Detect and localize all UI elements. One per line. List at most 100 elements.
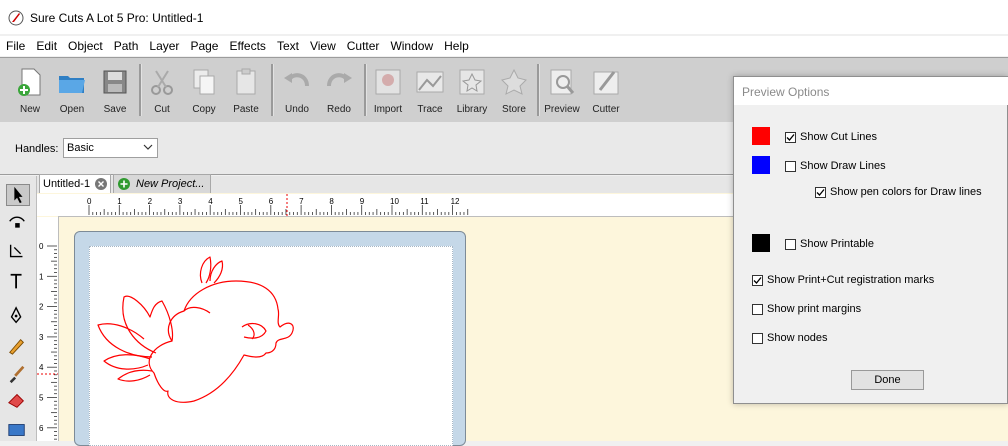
rectangle-tool[interactable] — [6, 420, 30, 442]
ruler-label: 1 — [117, 197, 122, 206]
paste-button[interactable]: Paste — [225, 62, 267, 118]
open-folder-icon — [59, 76, 85, 93]
ruler-label: 5 — [39, 394, 44, 403]
dialog-title: Preview Options — [734, 77, 1008, 105]
menu-file[interactable]: File — [0, 36, 30, 56]
tab-untitled-1[interactable]: Untitled-1 — [39, 174, 111, 193]
ruler-label: 2 — [148, 197, 153, 206]
tab-new-project[interactable]: New Project... — [113, 174, 211, 193]
save-disk-icon — [103, 70, 127, 94]
show-nodes-checkbox[interactable] — [752, 333, 763, 344]
ruler-label: 4 — [39, 363, 44, 372]
copy-icon — [193, 69, 215, 95]
menu-layer[interactable]: Layer — [143, 36, 184, 56]
menu-effects[interactable]: Effects — [223, 36, 270, 56]
ruler-label: 11 — [420, 197, 429, 206]
select-tool[interactable] — [6, 184, 30, 206]
eraser-icon — [8, 393, 25, 408]
library-button[interactable]: Library — [451, 62, 493, 118]
preview-button[interactable]: Preview — [541, 62, 583, 118]
undo-icon — [284, 73, 309, 87]
new-file-icon — [18, 68, 41, 96]
trace-icon — [416, 71, 444, 93]
show-pen-colors-checkbox[interactable] — [815, 187, 826, 198]
menu-page[interactable]: Page — [184, 36, 223, 56]
preview-icon — [550, 69, 575, 95]
ruler-label: 4 — [208, 197, 213, 206]
chevron-down-icon — [143, 144, 153, 150]
title-bar: Sure Cuts A Lot 5 Pro: Untitled-1 — [0, 0, 1008, 34]
open-button[interactable]: Open — [51, 62, 93, 118]
handles-label: Handles: — [15, 143, 59, 155]
ruler-label: 6 — [269, 197, 274, 206]
menu-cutter[interactable]: Cutter — [341, 36, 385, 56]
add-project-icon — [118, 178, 130, 190]
ruler-label: 7 — [299, 197, 304, 206]
eraser-tool[interactable] — [6, 390, 30, 412]
bird-cut-shape[interactable] — [94, 253, 299, 413]
library-icon — [459, 69, 485, 95]
ruler-label: 0 — [39, 242, 44, 251]
pencil-tool[interactable] — [6, 336, 30, 358]
ruler-corner — [37, 194, 58, 216]
new-button[interactable]: New — [9, 62, 51, 118]
done-button[interactable]: Done — [851, 370, 924, 390]
copy-button[interactable]: Copy — [183, 62, 225, 118]
trace-button[interactable]: Trace — [409, 62, 451, 118]
ruler-label: 6 — [39, 424, 44, 433]
show-print-margins-checkbox[interactable] — [752, 304, 763, 315]
show-cut-lines-checkbox[interactable] — [785, 132, 796, 143]
menu-window[interactable]: Window — [384, 36, 438, 56]
show-printable-checkbox[interactable] — [785, 239, 796, 250]
vertical-ruler: 0 1 2 3 4 5 6 — [37, 217, 59, 444]
menu-object[interactable]: Object — [62, 36, 108, 56]
pen-tool-icon — [10, 306, 22, 324]
store-button[interactable]: Store — [493, 62, 535, 118]
ruler-label: 2 — [39, 303, 44, 312]
crop-tool[interactable] — [6, 242, 30, 264]
menu-text[interactable]: Text — [271, 36, 304, 56]
undo-button[interactable]: Undo — [276, 62, 318, 118]
ruler-label: 3 — [39, 333, 44, 342]
toolbar-separator — [271, 64, 274, 116]
save-button[interactable]: Save — [94, 62, 136, 118]
menu-bar: File Edit Object Path Layer Page Effects… — [0, 36, 1008, 56]
show-registration-marks-checkbox[interactable] — [752, 275, 763, 286]
printable-swatch — [752, 234, 770, 252]
import-icon — [375, 69, 401, 95]
redo-icon — [327, 73, 352, 87]
draw-lines-swatch — [752, 156, 770, 174]
menu-help[interactable]: Help — [438, 36, 474, 56]
text-tool[interactable] — [6, 272, 30, 294]
cut-lines-swatch — [752, 127, 770, 145]
ruler-label: 3 — [178, 197, 183, 206]
rectangle-icon — [8, 424, 25, 436]
pen-tool[interactable] — [6, 306, 30, 328]
scal-app-icon — [8, 10, 24, 26]
ruler-label: 1 — [39, 272, 44, 281]
handles-select[interactable]: Basic — [63, 138, 158, 158]
toolbar-separator — [537, 64, 540, 116]
cut-button[interactable]: Cut — [141, 62, 183, 118]
vertical-ruler-ticks: 0 1 2 3 4 5 6 — [37, 242, 58, 444]
ruler-label: 8 — [329, 197, 334, 206]
redo-button[interactable]: Redo — [318, 62, 360, 118]
crop-icon — [9, 244, 23, 258]
menu-view[interactable]: View — [304, 36, 341, 56]
node-edit-icon — [9, 216, 25, 228]
menu-edit[interactable]: Edit — [30, 36, 62, 56]
preview-options-dialog: Preview Options Show Cut Lines Show Draw… — [733, 76, 1008, 404]
select-arrow-icon — [14, 186, 23, 204]
ruler-label: 10 — [390, 197, 399, 206]
show-draw-lines-checkbox[interactable] — [785, 161, 796, 172]
brush-tool[interactable] — [6, 364, 30, 386]
menu-path[interactable]: Path — [108, 36, 144, 56]
tools-panel — [0, 176, 37, 441]
node-edit-tool[interactable] — [6, 214, 30, 236]
import-button[interactable]: Import — [367, 62, 409, 118]
ruler-label: 9 — [360, 197, 365, 206]
paste-icon — [236, 68, 256, 95]
close-tab-icon[interactable] — [95, 178, 107, 190]
store-icon — [501, 68, 527, 95]
cutter-button[interactable]: Cutter — [585, 62, 627, 118]
